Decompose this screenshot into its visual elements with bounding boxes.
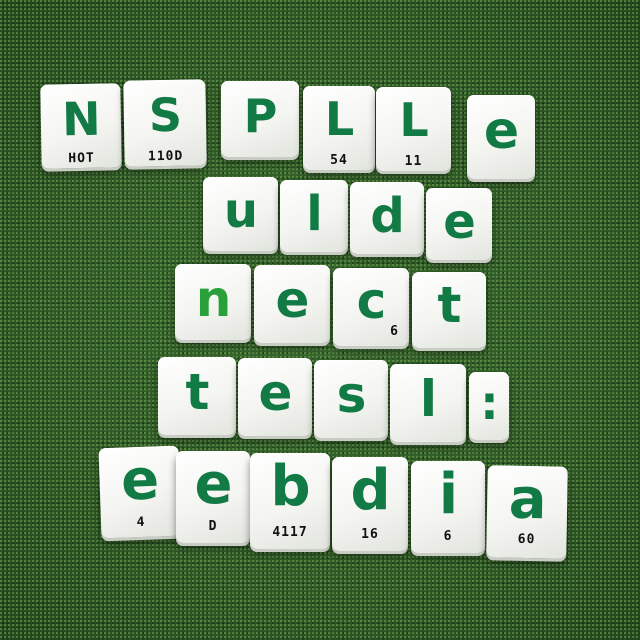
tile-r1-l1: L 54 [303, 86, 375, 170]
tile-letter: c [356, 272, 387, 330]
tile-letter: t [185, 363, 210, 421]
tile-r1-n: N HOT [40, 83, 122, 169]
tile-letter: P [243, 89, 278, 143]
tile-r3-c: c 6 [333, 268, 409, 346]
tile-letter: L [399, 93, 428, 147]
tile-letter: n [195, 270, 232, 328]
tile-number: 11 [404, 154, 423, 169]
tile-r1-e: e [467, 95, 535, 179]
tile-r2-d: d [350, 182, 424, 254]
tile-r1-l2: L 11 [376, 87, 451, 171]
tile-letter: s [336, 366, 367, 424]
tile-number: 16 [361, 527, 379, 542]
tile-letter: e [194, 452, 233, 517]
tile-r5-d: d 16 [332, 457, 408, 551]
tile-letter: l [419, 370, 437, 428]
tile-r1-s: S 110D [123, 79, 207, 167]
tile-letter: a [508, 466, 547, 533]
tile-letter: L [324, 92, 354, 146]
tile-number: 110D [147, 148, 184, 165]
tile-r4-s: s [314, 360, 388, 438]
tile-r5-e2: e D [176, 451, 250, 543]
tile-r3-n: n [175, 264, 251, 340]
tile-letter: t [437, 276, 462, 334]
tile-r3-t: t [412, 272, 486, 348]
tile-letter: e [119, 447, 160, 514]
tile-number: 60 [517, 531, 536, 548]
tile-number: 6 [443, 529, 453, 544]
tile-letter: b [270, 454, 310, 519]
tile-r4-e: e [238, 358, 312, 436]
tile-r2-l: l [280, 180, 348, 252]
tile-letter: d [370, 188, 404, 244]
tile-letter: u [223, 183, 258, 239]
tile-letter: d [350, 458, 390, 523]
tile-r4-t: t [158, 357, 236, 435]
tile-number: HOT [68, 150, 95, 167]
tile-letter: l [306, 186, 322, 242]
tile-letter: : [480, 376, 498, 430]
tile-r1-p: P [221, 81, 299, 157]
tile-letter: e [258, 364, 293, 422]
tile-r5-i: i 6 [411, 461, 485, 553]
tile-letter: i [438, 462, 458, 527]
tile-number: 4117 [272, 525, 308, 540]
tile-number: 4 [136, 514, 146, 531]
tile-letter: N [61, 91, 101, 147]
tile-letter: e [443, 194, 476, 250]
tile-letter: S [148, 87, 182, 143]
tile-r5-b: b 4117 [250, 453, 330, 549]
tile-letter: e [275, 271, 310, 329]
tile-letter: e [483, 101, 519, 161]
tile-r5-e1: e 4 [98, 445, 182, 539]
tile-r4-colon: : [469, 372, 509, 440]
tile-r5-a: a 60 [486, 465, 568, 559]
tile-r2-u: u [203, 177, 278, 251]
tile-r4-l: l [390, 364, 466, 442]
tile-number: D [208, 519, 218, 534]
tile-number: 6 [390, 324, 399, 339]
tile-number: 54 [330, 153, 348, 168]
tile-r2-e: e [426, 188, 492, 260]
tile-r3-e: e [254, 265, 330, 343]
